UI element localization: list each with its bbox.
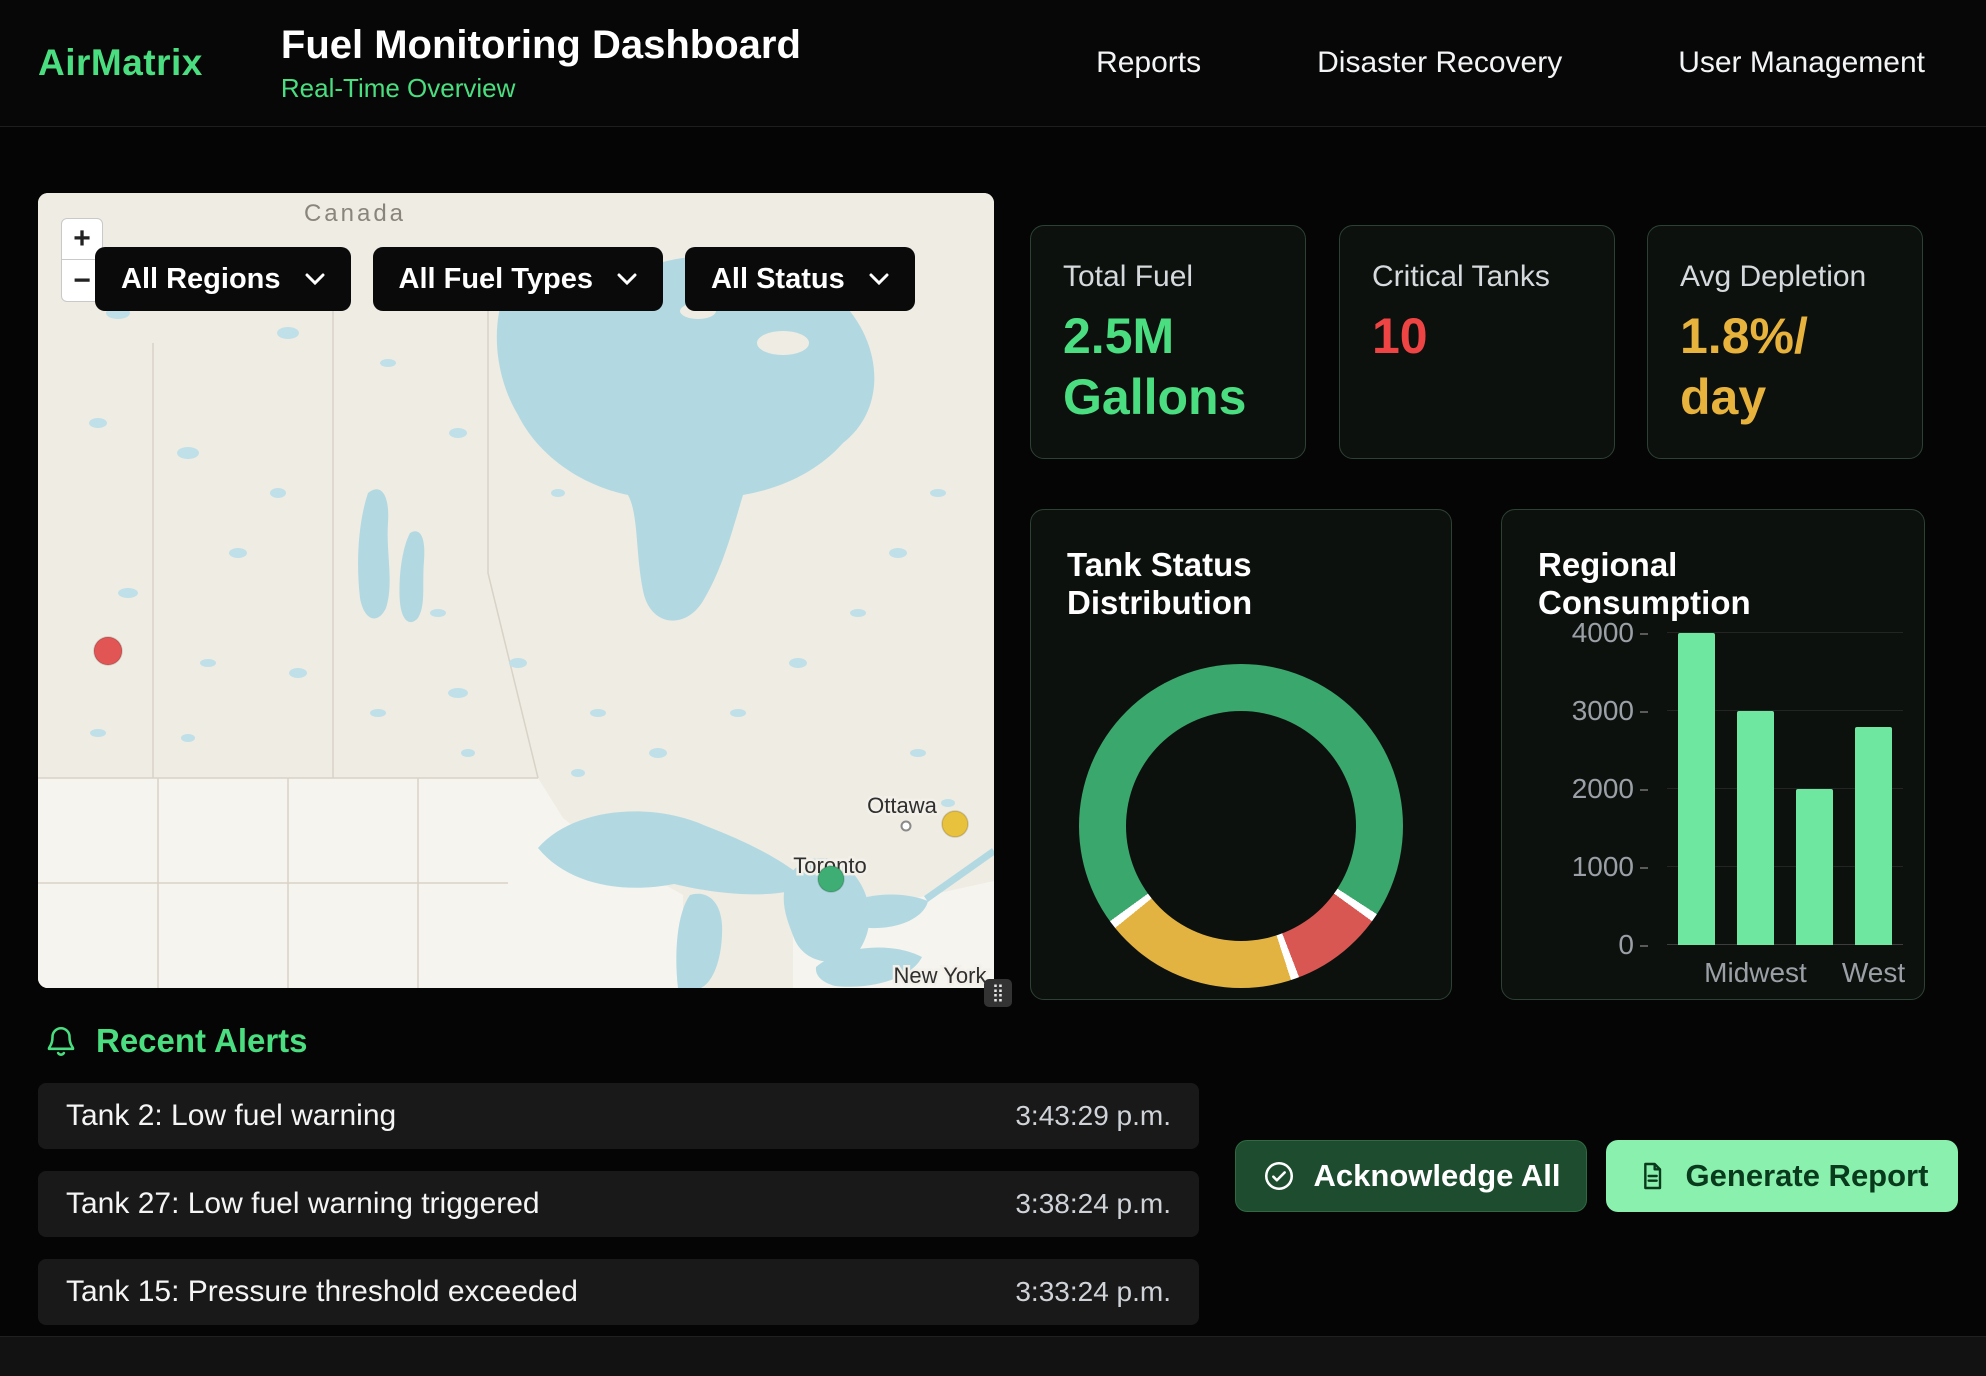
footer-bar bbox=[0, 1336, 1986, 1376]
alert-time: 3:38:24 p.m. bbox=[1015, 1188, 1171, 1220]
alert-row[interactable]: Tank 15: Pressure threshold exceeded 3:3… bbox=[38, 1259, 1199, 1325]
header: AirMatrix Fuel Monitoring Dashboard Real… bbox=[0, 0, 1986, 127]
stat-label: Total Fuel bbox=[1063, 260, 1273, 294]
bar-plot bbox=[1667, 633, 1903, 945]
stat-value-2: 1.8%/ day bbox=[1680, 306, 1890, 428]
alerts-title: Recent Alerts bbox=[96, 1022, 308, 1060]
map-city-dot-ottawa bbox=[902, 822, 911, 831]
check-circle-icon bbox=[1262, 1159, 1296, 1193]
fuel-map[interactable]: Canada Ottawa Toronto New York + − All R… bbox=[38, 193, 994, 988]
recent-alerts-heading: Recent Alerts bbox=[44, 1022, 308, 1060]
y-axis: 01000200030004000 bbox=[1532, 633, 1650, 945]
x-axis-label: Midwest bbox=[1704, 957, 1807, 989]
generate-report-button[interactable]: Generate Report bbox=[1606, 1140, 1958, 1212]
generate-report-label: Generate Report bbox=[1686, 1158, 1929, 1194]
stat-card-total-fuel: Total Fuel 2.5M Gallons bbox=[1030, 225, 1306, 459]
y-axis-tick: 4000 bbox=[1532, 617, 1634, 649]
map-label-ottawa: Ottawa bbox=[867, 793, 937, 818]
alert-message: Tank 15: Pressure threshold exceeded bbox=[66, 1275, 578, 1309]
acknowledge-all-button[interactable]: Acknowledge All bbox=[1235, 1140, 1587, 1212]
title-block: Fuel Monitoring Dashboard Real-Time Over… bbox=[281, 22, 801, 104]
map-label-canada: Canada bbox=[304, 200, 406, 227]
bar-south bbox=[1796, 789, 1833, 945]
chevron-down-icon bbox=[617, 273, 637, 286]
donut-chart-title: Tank Status Distribution bbox=[1067, 546, 1415, 622]
bell-icon bbox=[44, 1023, 78, 1059]
bar-midwest bbox=[1737, 711, 1774, 945]
document-icon bbox=[1636, 1160, 1668, 1192]
region-filter-value: All Regions bbox=[121, 263, 281, 296]
map-canvas[interactable]: Canada Ottawa Toronto New York bbox=[38, 193, 994, 988]
acknowledge-all-label: Acknowledge All bbox=[1314, 1158, 1561, 1194]
bar-northeast bbox=[1678, 633, 1715, 945]
stat-card-critical-tanks: Critical Tanks 10 bbox=[1339, 225, 1615, 459]
x-axis-label: West bbox=[1842, 957, 1905, 989]
stat-value-0: 2.5M Gallons bbox=[1063, 306, 1273, 428]
alert-time: 3:33:24 p.m. bbox=[1015, 1276, 1171, 1308]
map-marker-warning[interactable] bbox=[942, 811, 968, 837]
alert-time: 3:43:29 p.m. bbox=[1015, 1100, 1171, 1132]
status-filter-dropdown[interactable]: All Status bbox=[685, 247, 915, 311]
map-marker-critical[interactable] bbox=[94, 637, 122, 665]
bar-chart-title: Regional Consumption bbox=[1538, 546, 1888, 622]
nav-user-management[interactable]: User Management bbox=[1678, 46, 1925, 80]
region-filter-dropdown[interactable]: All Regions bbox=[95, 247, 351, 311]
alert-message: Tank 2: Low fuel warning bbox=[66, 1099, 396, 1133]
alert-message: Tank 27: Low fuel warning triggered bbox=[66, 1187, 540, 1221]
y-axis-tick: 3000 bbox=[1532, 695, 1634, 727]
fuel-type-filter-dropdown[interactable]: All Fuel Types bbox=[373, 247, 663, 311]
map-marker-normal[interactable] bbox=[818, 866, 844, 892]
donut-hole bbox=[1126, 711, 1356, 941]
main-nav: Reports Disaster Recovery User Managemen… bbox=[1096, 46, 1925, 80]
stat-label: Avg Depletion bbox=[1680, 260, 1890, 294]
page-title: Fuel Monitoring Dashboard bbox=[281, 22, 801, 68]
stat-card-avg-depletion: Avg Depletion 1.8%/ day bbox=[1647, 225, 1923, 459]
dashboard-page: AirMatrix Fuel Monitoring Dashboard Real… bbox=[0, 0, 1986, 1376]
stat-label: Critical Tanks bbox=[1372, 260, 1582, 294]
map-drag-handle[interactable]: ⣿ bbox=[984, 979, 1012, 1007]
chevron-down-icon bbox=[869, 273, 889, 286]
nav-disaster-recovery[interactable]: Disaster Recovery bbox=[1317, 46, 1562, 80]
y-axis-tick: 1000 bbox=[1532, 851, 1634, 883]
status-filter-value: All Status bbox=[711, 263, 845, 296]
stat-value-1: 10 bbox=[1372, 306, 1582, 367]
tank-status-distribution-card: Tank Status Distribution bbox=[1030, 509, 1452, 1000]
map-island bbox=[757, 331, 809, 355]
chevron-down-icon bbox=[305, 273, 325, 286]
regional-consumption-card: Regional Consumption 0 1000 2000 3000 4000 M… bbox=[1501, 509, 1925, 1000]
fuel-type-filter-value: All Fuel Types bbox=[399, 263, 593, 296]
y-axis-tick: 0 bbox=[1532, 929, 1634, 961]
bar-west bbox=[1855, 727, 1892, 945]
x-axis: Midwest West bbox=[1667, 957, 1903, 997]
nav-reports[interactable]: Reports bbox=[1096, 46, 1201, 80]
page-subtitle: Real-Time Overview bbox=[281, 73, 801, 104]
map-label-new-york: New York bbox=[894, 963, 988, 988]
alert-row[interactable]: Tank 2: Low fuel warning 3:43:29 p.m. bbox=[38, 1083, 1199, 1149]
brand-logo: AirMatrix bbox=[38, 42, 203, 84]
map-filters: All Regions All Fuel Types All Status bbox=[95, 247, 915, 311]
y-axis-tick: 2000 bbox=[1532, 773, 1634, 805]
alert-row[interactable]: Tank 27: Low fuel warning triggered 3:38… bbox=[38, 1171, 1199, 1237]
donut-chart bbox=[1079, 664, 1403, 988]
